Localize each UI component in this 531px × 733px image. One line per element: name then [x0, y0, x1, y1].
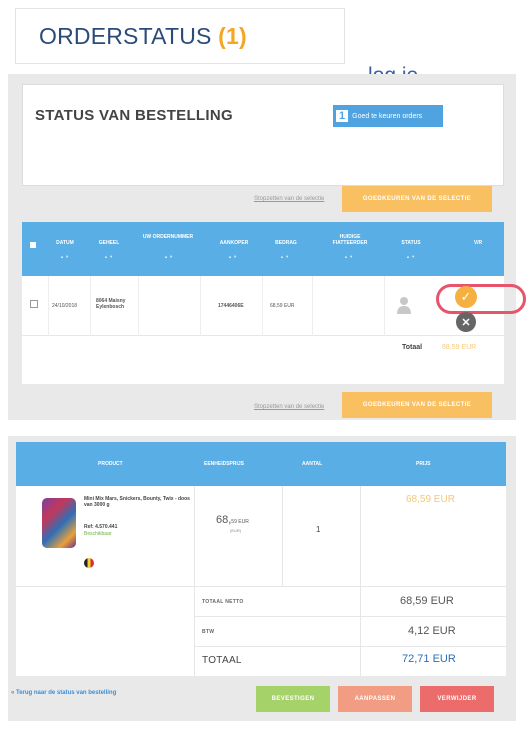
status-card: STATUS VAN BESTELLING 1 Goed te keuren o…	[22, 84, 504, 186]
product-name[interactable]: Mini Mix Mars, Snickers, Bounty, Twix - …	[84, 496, 194, 508]
col-amount[interactable]: BEDRAG	[268, 240, 304, 246]
col-approver[interactable]: HUIDIGE FIATTEERDER	[322, 234, 378, 246]
deselect-link-bottom[interactable]: Stopzetten van de selectie	[254, 404, 324, 410]
edit-button[interactable]: AANPASSEN	[338, 686, 412, 712]
order-status-panel: STATUS VAN BESTELLING 1 Goed te keuren o…	[8, 74, 526, 420]
divider	[262, 276, 263, 336]
page-title: ORDERSTATUS (1)	[39, 23, 247, 50]
approve-highlight	[436, 284, 526, 314]
cell-geheel: 8064 Maisny Eylenbosch	[96, 298, 126, 310]
product-ref: Ref: 4.570.441	[84, 524, 118, 530]
approve-selection-button-bottom[interactable]: GOEDKEUREN VAN DE SELECTIE	[342, 392, 492, 418]
divider	[360, 486, 361, 586]
col-product: PRODUCT	[98, 461, 123, 467]
divider	[16, 586, 506, 587]
pending-label: Goed te keuren orders	[352, 112, 423, 120]
divider	[90, 276, 91, 336]
grand-total-value: 72,71 EUR	[402, 653, 456, 665]
sort-approver[interactable]: ▲ ▼	[344, 254, 353, 259]
divider	[200, 276, 201, 336]
divider	[384, 276, 385, 336]
product-table-header: PRODUCT EENHEIDSPRIJS AANTAL PRIJS	[16, 442, 506, 486]
cell-date: 24/10/2018	[52, 303, 78, 309]
line-price: 68,59 EUR	[406, 494, 455, 505]
net-total-label: TOTAAL NETTO	[202, 599, 244, 605]
sort-date[interactable]: ▲ ▼	[60, 254, 69, 259]
unit-price-sub: (EUR)	[230, 528, 242, 533]
delete-button[interactable]: VERWIJDER	[420, 686, 494, 712]
divider	[282, 486, 283, 586]
divider	[194, 646, 506, 647]
close-icon[interactable]: ✕	[456, 312, 476, 332]
deselect-link-top[interactable]: Stopzetten van de selectie	[254, 196, 324, 202]
flag-icon	[84, 558, 94, 568]
col-buyer[interactable]: AANKOPER	[214, 240, 254, 246]
unit-price-cents: 59 EUR	[231, 519, 249, 525]
cell-buyer: 17446406E	[218, 303, 244, 309]
product-table: PRODUCT EENHEIDSPRIJS AANTAL PRIJS Mini …	[16, 442, 506, 676]
order-count: (1)	[218, 23, 247, 49]
divider	[312, 276, 313, 336]
product-image	[42, 498, 76, 548]
sort-amount[interactable]: ▲ ▼	[280, 254, 289, 259]
vat-value: 4,12 EUR	[408, 625, 456, 637]
divider	[360, 586, 361, 676]
col-status[interactable]: STATUS	[394, 240, 428, 246]
sort-ordernumber[interactable]: ▲ ▼	[164, 254, 173, 259]
table-row[interactable]: 24/10/2018 8064 Maisny Eylenbosch 174464…	[22, 276, 526, 336]
divider	[194, 616, 506, 617]
grand-total-label: TOTAAL	[202, 655, 242, 666]
col-ordernumber[interactable]: UW ORDERNUMMER	[140, 234, 196, 240]
back-link[interactable]: « Terug naar de status van bestelling	[11, 690, 116, 696]
divider	[48, 276, 49, 336]
select-all-checkbox[interactable]	[30, 242, 36, 248]
order-detail-panel: PRODUCT EENHEIDSPRIJS AANTAL PRIJS Mini …	[8, 436, 516, 721]
orders-table: DATUM ▲ ▼ GEHEEL ▲ ▼ UW ORDERNUMMER ▲ ▼ …	[22, 222, 526, 384]
row-checkbox[interactable]	[30, 300, 38, 308]
col-vr: V/R	[473, 240, 483, 246]
divider	[194, 586, 195, 676]
sort-status[interactable]: ▲ ▼	[406, 254, 415, 259]
total-label: Totaal	[402, 344, 423, 351]
cell-amount: 68,59 EUR	[270, 303, 295, 309]
net-total-value: 68,59 EUR	[400, 595, 454, 607]
page-title-text: ORDERSTATUS	[39, 23, 212, 49]
stock-status: Beschikbaar	[84, 531, 112, 537]
sort-buyer[interactable]: ▲ ▼	[228, 254, 237, 259]
col-geheel[interactable]: GEHEEL	[94, 240, 124, 246]
pending-count: 1	[336, 110, 349, 122]
divider	[138, 276, 139, 336]
status-heading: STATUS VAN BESTELLING	[35, 107, 233, 124]
confirm-button[interactable]: BEVESTIGEN	[256, 686, 330, 712]
col-quantity: AANTAL	[302, 461, 323, 467]
col-price: PRIJS	[416, 461, 431, 467]
unit-price: 68,59 EUR	[216, 514, 249, 526]
approve-selection-button-top[interactable]: GOEDKEUREN VAN DE SELECTIE	[342, 186, 492, 212]
sort-geheel[interactable]: ▲ ▼	[104, 254, 113, 259]
col-unit-price: EENHEIDSPRIJS	[204, 461, 245, 467]
page-title-box: ORDERSTATUS (1)	[15, 8, 345, 64]
pending-orders-button[interactable]: 1 Goed te keuren orders	[333, 105, 443, 127]
vat-label: BTW	[202, 629, 215, 635]
col-date[interactable]: DATUM	[50, 240, 80, 246]
unit-price-main: 68,	[216, 514, 232, 526]
total-value: 68,59 EUR	[442, 344, 477, 351]
divider	[194, 486, 195, 586]
person-icon	[397, 297, 411, 314]
product-row: Mini Mix Mars, Snickers, Bounty, Twix - …	[16, 486, 506, 586]
check-icon[interactable]: ✓	[455, 286, 477, 308]
quantity: 1	[316, 525, 321, 534]
orders-table-header: DATUM ▲ ▼ GEHEEL ▲ ▼ UW ORDERNUMMER ▲ ▼ …	[22, 222, 504, 276]
